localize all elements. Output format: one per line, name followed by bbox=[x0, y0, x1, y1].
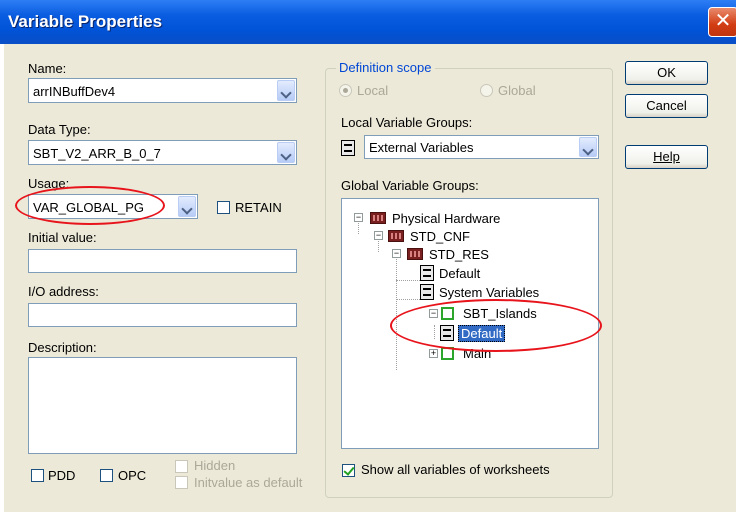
local-groups-label: Local Variable Groups: bbox=[341, 115, 473, 130]
datatype-combo[interactable]: SBT_V2_ARR_B_0_7 bbox=[28, 140, 297, 165]
chevron-down-icon[interactable] bbox=[277, 142, 295, 163]
retain-label: RETAIN bbox=[235, 200, 282, 215]
sbt-islands-annotation-oval bbox=[390, 299, 602, 352]
cabinet-icon bbox=[341, 140, 355, 156]
datatype-value: SBT_V2_ARR_B_0_7 bbox=[33, 146, 161, 161]
tree-node-system-variables[interactable]: System Variables bbox=[342, 284, 582, 302]
close-icon: ✕ bbox=[714, 10, 732, 32]
close-button[interactable]: ✕ bbox=[708, 7, 736, 37]
ok-button[interactable]: OK bbox=[625, 61, 708, 85]
tree-node-label: Physical Hardware bbox=[392, 211, 501, 226]
local-radio[interactable] bbox=[339, 84, 352, 97]
title-bar: Variable Properties ✕ bbox=[0, 0, 736, 44]
ok-button-label: OK bbox=[657, 65, 676, 80]
tree-node-std-res[interactable]: − STD_RES bbox=[342, 245, 582, 263]
usage-annotation-oval bbox=[15, 186, 165, 225]
opc-label: OPC bbox=[118, 468, 147, 483]
datatype-label: Data Type: bbox=[28, 122, 91, 137]
initvalue-default-label: Initvalue as default bbox=[194, 475, 303, 490]
description-textarea[interactable] bbox=[28, 357, 297, 454]
io-address-label: I/O address: bbox=[28, 284, 99, 299]
hidden-checkbox[interactable] bbox=[175, 460, 188, 473]
pdd-checkbox[interactable] bbox=[31, 469, 44, 482]
definition-scope-title: Definition scope bbox=[336, 60, 435, 75]
chevron-down-icon[interactable] bbox=[277, 80, 295, 101]
chevron-down-icon[interactable] bbox=[178, 196, 196, 217]
local-radio-label: Local bbox=[357, 83, 389, 98]
local-groups-value: External Variables bbox=[369, 140, 474, 155]
global-radio[interactable] bbox=[480, 84, 493, 97]
show-all-checkbox[interactable] bbox=[342, 464, 355, 477]
retain-checkbox[interactable] bbox=[217, 201, 230, 214]
collapse-icon[interactable]: − bbox=[374, 231, 383, 240]
help-button[interactable]: Help bbox=[625, 145, 708, 169]
initial-value-label: Initial value: bbox=[28, 230, 97, 245]
opc-checkbox[interactable] bbox=[100, 469, 113, 482]
folder-icon bbox=[370, 212, 386, 224]
dialog-title: Variable Properties bbox=[8, 12, 163, 31]
cabinet-icon bbox=[420, 284, 434, 300]
hidden-label: Hidden bbox=[194, 458, 236, 473]
dialog-body: Name: arrINBuffDev4 Data Type: SBT_V2_AR… bbox=[4, 44, 736, 512]
initial-value-input[interactable] bbox=[28, 249, 297, 273]
chevron-down-icon[interactable] bbox=[579, 137, 597, 157]
help-button-label: Help bbox=[653, 149, 680, 164]
name-label: Name: bbox=[28, 61, 67, 76]
tree-node-default[interactable]: Default bbox=[342, 265, 582, 283]
pdd-label: PDD bbox=[48, 468, 76, 483]
collapse-icon[interactable]: − bbox=[392, 249, 401, 258]
cancel-button-label: Cancel bbox=[646, 98, 687, 113]
tree-node-label: STD_CNF bbox=[410, 229, 470, 244]
tree-node-label: System Variables bbox=[439, 285, 540, 300]
folder-icon bbox=[407, 248, 423, 260]
name-value: arrINBuffDev4 bbox=[33, 84, 116, 99]
folder-icon bbox=[388, 230, 404, 242]
local-groups-combo[interactable]: External Variables bbox=[364, 135, 599, 159]
tree-node-physical-hardware[interactable]: − Physical Hardware bbox=[342, 209, 582, 227]
show-all-label: Show all variables of worksheets bbox=[361, 462, 550, 477]
tree-node-label: STD_RES bbox=[429, 247, 489, 262]
description-label: Description: bbox=[28, 340, 97, 355]
cancel-button[interactable]: Cancel bbox=[625, 94, 708, 118]
tree-node-std-cnf[interactable]: − STD_CNF bbox=[342, 227, 582, 245]
initvalue-default-checkbox[interactable] bbox=[175, 476, 188, 489]
io-address-input[interactable] bbox=[28, 303, 297, 327]
global-radio-label: Global bbox=[498, 83, 536, 98]
name-combo[interactable]: arrINBuffDev4 bbox=[28, 78, 297, 103]
collapse-icon[interactable]: − bbox=[354, 213, 363, 222]
tree-node-label: Default bbox=[439, 266, 481, 281]
global-groups-label: Global Variable Groups: bbox=[341, 178, 479, 193]
cabinet-icon bbox=[420, 265, 434, 281]
expand-icon[interactable]: + bbox=[429, 349, 438, 358]
